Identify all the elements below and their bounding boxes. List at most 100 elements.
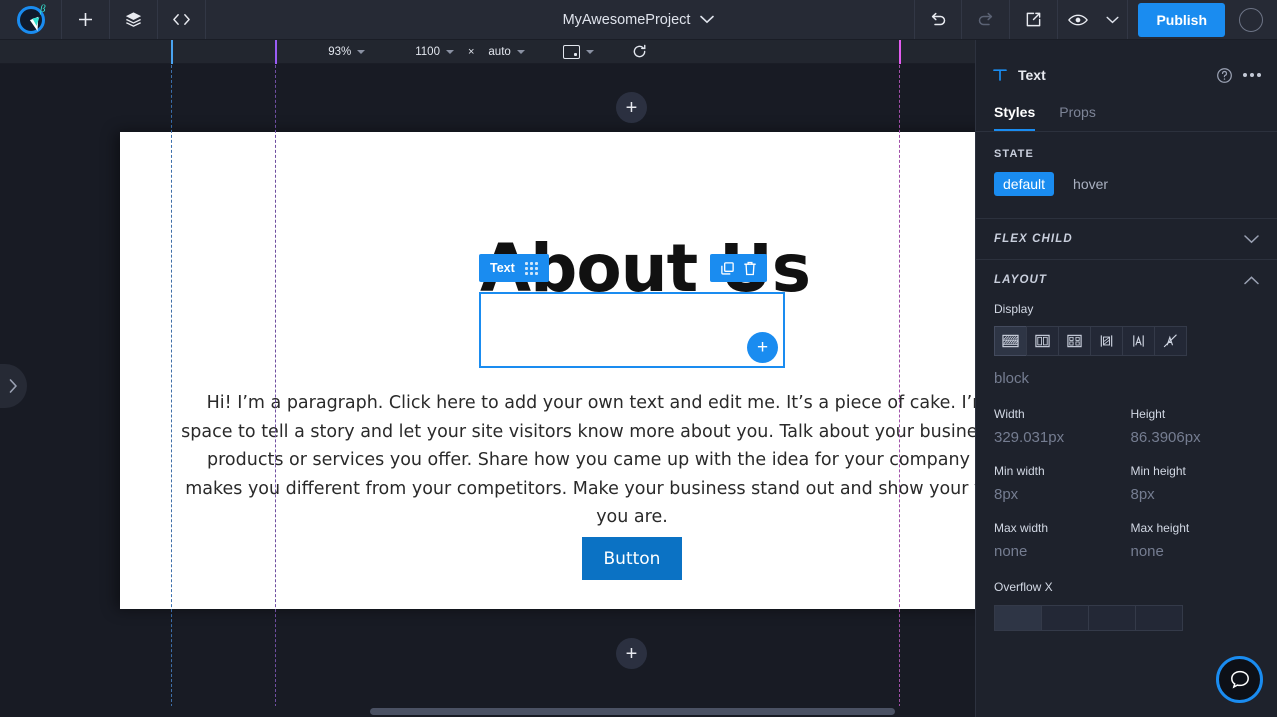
guide-head-pink	[899, 40, 901, 64]
canvas-area[interactable]: + About Us Text + Hi! I’m a paragraph. C…	[0, 64, 975, 717]
layout-title: LAYOUT	[994, 274, 1048, 286]
display-none-icon[interactable]	[1154, 326, 1187, 356]
chevron-right-icon	[9, 379, 17, 393]
project-name[interactable]: MyAwesomeProject	[563, 12, 691, 28]
preview-button[interactable]	[1058, 0, 1098, 39]
state-options: default hover	[976, 160, 1277, 196]
chevron-down-icon	[357, 49, 366, 54]
display-flex-icon[interactable]	[1026, 326, 1059, 356]
page-canvas-card[interactable]: About Us	[120, 132, 975, 609]
layers-icon	[125, 12, 142, 27]
trash-icon[interactable]	[743, 261, 757, 276]
min-height-field: Min height 8px	[1131, 464, 1260, 503]
canvas-toolbar: 93% 1100 × auto	[0, 40, 975, 64]
undo-button[interactable]	[914, 0, 963, 39]
inspector-panel: Text Styles Props STATE default hover FL…	[975, 40, 1277, 717]
overflow-x-option-3[interactable]	[1088, 605, 1136, 631]
plus-icon: +	[756, 337, 769, 358]
user-avatar[interactable]	[1239, 7, 1263, 32]
display-value-wrap: block	[976, 370, 1277, 387]
app-logo-button[interactable]: β	[0, 0, 62, 39]
add-element-button[interactable]	[62, 0, 110, 39]
code-view-button[interactable]	[158, 0, 206, 39]
expand-left-panel-button[interactable]	[0, 364, 27, 408]
screen-icon	[562, 44, 580, 59]
horizontal-scrollbar-thumb[interactable]	[370, 708, 895, 715]
display-block-icon[interactable]	[994, 326, 1027, 356]
layers-button[interactable]	[110, 0, 158, 39]
overflow-x-option-4[interactable]	[1135, 605, 1183, 631]
drag-handle-icon[interactable]	[524, 261, 538, 275]
width-field: Width 329.031px	[994, 407, 1123, 446]
refresh-canvas-button[interactable]	[626, 44, 653, 59]
more-horizontal-icon[interactable]	[1243, 73, 1261, 77]
inspector-tabs: Styles Props	[976, 94, 1277, 132]
chevron-up-icon	[1244, 275, 1259, 284]
tab-props[interactable]: Props	[1059, 104, 1096, 131]
display-inline-block-icon[interactable]	[1090, 326, 1123, 356]
flex-child-accordion[interactable]: FLEX CHILD	[976, 219, 1277, 259]
chevron-down-icon	[585, 49, 594, 54]
code-icon	[173, 14, 190, 25]
max-width-value[interactable]: none	[994, 543, 1123, 560]
max-height-field: Max height none	[1131, 521, 1260, 560]
chevron-down-icon	[516, 49, 525, 54]
width-value[interactable]: 329.031px	[994, 429, 1123, 446]
preview-options-button[interactable]	[1098, 0, 1129, 39]
add-section-top-button[interactable]: +	[616, 92, 647, 123]
state-section-title: STATE	[994, 148, 1034, 160]
overflow-x-wrap: Overflow X	[976, 578, 1277, 596]
page-cta-button[interactable]: Button	[582, 537, 682, 580]
horizontal-scrollbar[interactable]	[0, 706, 975, 717]
inspector-element-type: Text	[1018, 67, 1046, 83]
text-t-icon	[993, 69, 1007, 81]
chat-bubble-icon	[1230, 670, 1249, 688]
canvas-height-selector[interactable]: auto	[482, 46, 530, 58]
max-width-field: Max width none	[994, 521, 1123, 560]
display-grid-icon[interactable]	[1058, 326, 1091, 356]
max-height-value[interactable]: none	[1131, 543, 1260, 560]
display-inline-icon[interactable]	[1122, 326, 1155, 356]
chevron-down-icon[interactable]	[700, 15, 715, 24]
open-external-button[interactable]	[1010, 0, 1059, 39]
add-child-badge-button[interactable]: +	[747, 332, 778, 363]
min-height-value[interactable]: 8px	[1131, 486, 1260, 503]
min-width-label: Min width	[994, 464, 1045, 478]
refresh-icon	[633, 44, 646, 58]
display-value[interactable]: block	[994, 370, 1259, 387]
overflow-x-option-2[interactable]	[1041, 605, 1089, 631]
question-circle-icon[interactable]	[1216, 67, 1233, 84]
tab-styles[interactable]: Styles	[994, 104, 1036, 131]
page-paragraph[interactable]: Hi! I’m a paragraph. Click here to add y…	[120, 389, 975, 532]
breakpoint-selector[interactable]	[557, 44, 600, 59]
layout-accordion[interactable]: LAYOUT	[976, 260, 1277, 300]
element-type-label: Text	[490, 261, 515, 275]
overflow-x-options	[976, 605, 1277, 631]
state-default-pill[interactable]: default	[994, 172, 1055, 196]
help-chat-button[interactable]	[1216, 656, 1263, 703]
overflow-x-option-1[interactable]	[994, 605, 1042, 631]
beta-badge: β	[40, 3, 46, 15]
height-label: Height	[1130, 407, 1166, 421]
publish-button[interactable]: Publish	[1138, 2, 1225, 37]
element-action-bar	[710, 254, 767, 282]
state-hover-pill[interactable]: hover	[1064, 172, 1117, 196]
display-label: Display	[994, 302, 1034, 316]
chevron-down-icon	[1244, 234, 1259, 243]
canvas-width-selector[interactable]: 1100	[409, 46, 460, 58]
chevron-down-icon	[445, 49, 454, 54]
canvas-width-value: 1100	[415, 45, 440, 58]
height-value[interactable]: 86.3906px	[1131, 429, 1260, 446]
duplicate-icon[interactable]	[720, 261, 735, 276]
min-width-value[interactable]: 8px	[994, 486, 1123, 503]
guide-head-blue	[171, 40, 173, 64]
top-toolbar-right: Publish	[914, 0, 1277, 39]
redo-button[interactable]	[962, 0, 1011, 39]
zoom-selector[interactable]: 93%	[322, 46, 371, 58]
max-height-label: Max height	[1130, 521, 1190, 535]
flex-child-title: FLEX CHILD	[994, 233, 1073, 245]
add-section-bottom-button[interactable]: +	[616, 638, 647, 669]
guide-head-purple	[275, 40, 277, 64]
selected-element-tag[interactable]: Text	[479, 254, 549, 282]
height-field: Height 86.3906px	[1131, 407, 1260, 446]
